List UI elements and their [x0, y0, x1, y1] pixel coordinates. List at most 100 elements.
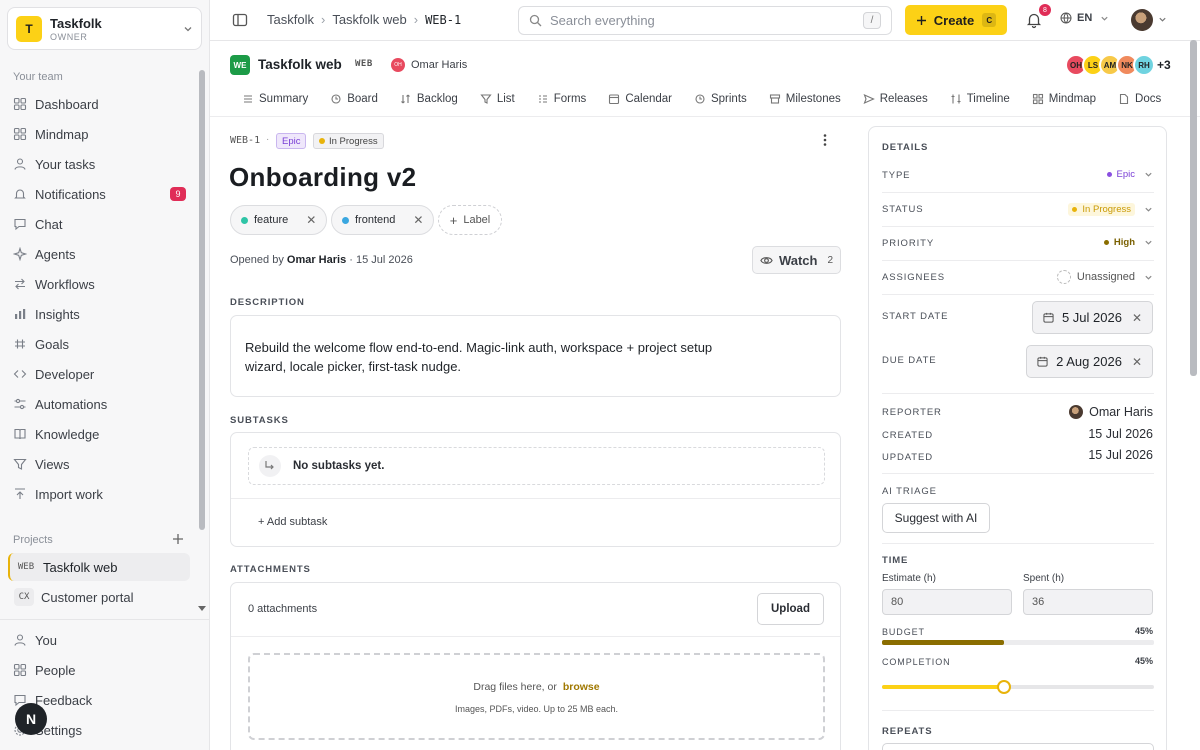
project-logo: WE [230, 55, 250, 75]
create-label: Create [933, 12, 975, 28]
issue-title[interactable]: Onboarding v2 [229, 162, 416, 193]
more-members-count[interactable]: +3 [1157, 54, 1171, 76]
tab-calendar[interactable]: Calendar [608, 93, 672, 105]
start-date-picker[interactable]: 5 Jul 2026 ✕ [1031, 301, 1153, 334]
member-avatar[interactable]: RH [1133, 54, 1155, 76]
sidebar-item-label: Workflows [35, 276, 95, 292]
tab-timeline[interactable]: Timeline [950, 93, 1010, 105]
scroll-down-icon[interactable] [198, 606, 206, 611]
project-item[interactable]: CX Customer portal [8, 583, 190, 611]
project-item[interactable]: WEB Taskfolk web [8, 553, 190, 581]
label-chip-frontend[interactable]: frontend ✕ [331, 205, 435, 235]
opened-by-name[interactable]: Omar Haris [287, 254, 346, 266]
chevron-down-icon [183, 24, 193, 34]
attachments-label: ATTACHMENTS [230, 564, 311, 575]
suggest-ai-button[interactable]: Suggest with AI [882, 503, 990, 533]
tab-mindmap[interactable]: Mindmap [1032, 93, 1096, 105]
chevron-down-icon[interactable] [1158, 15, 1167, 24]
sidebar-item-views[interactable]: Views [8, 449, 190, 479]
sidebar-item-insights[interactable]: Insights [8, 299, 190, 329]
sidebar-item-workflows[interactable]: Workflows [8, 269, 190, 299]
tab-releases[interactable]: Releases [863, 93, 928, 105]
clear-date-icon[interactable]: ✕ [1132, 311, 1142, 325]
main-scrollbar[interactable] [1190, 40, 1197, 376]
status-label: STATUS [882, 204, 924, 215]
project-title[interactable]: Taskfolk web [258, 57, 342, 72]
watch-label: Watch [778, 252, 818, 268]
breadcrumb-project[interactable]: Taskfolk web [332, 12, 406, 27]
remove-label-icon[interactable]: ✕ [413, 213, 423, 227]
status-selector[interactable]: In Progress [1068, 203, 1153, 216]
completion-slider-thumb[interactable] [997, 680, 1012, 694]
sidebar-item-dashboard[interactable]: Dashboard [8, 89, 190, 119]
owner-name: Omar Haris [411, 59, 468, 71]
completion-slider[interactable] [882, 685, 1154, 689]
browse-link[interactable]: browse [563, 681, 600, 693]
owner-avatar: OH [391, 58, 405, 72]
sidebar-item-automations[interactable]: Automations [8, 389, 190, 419]
due-date-picker[interactable]: 2 Aug 2026 ✕ [1026, 345, 1153, 378]
add-subtask-button[interactable]: + Add subtask [258, 516, 327, 528]
tab-list[interactable]: List [480, 93, 515, 105]
tab-label: Mindmap [1048, 93, 1097, 105]
estimate-input[interactable]: 80 [882, 589, 1012, 615]
budget-bar [882, 640, 1154, 645]
user-avatar[interactable] [1131, 9, 1153, 31]
type-selector[interactable]: Epic [1106, 169, 1153, 180]
sidebar-item-mindmap[interactable]: Mindmap [8, 119, 190, 149]
sidebar-item-your-tasks[interactable]: Your tasks [8, 149, 190, 179]
upload-button[interactable]: Upload [757, 593, 824, 625]
sidebar-item-label: Feedback [35, 692, 93, 708]
sidebar-item-chat[interactable]: Chat [8, 209, 190, 239]
status-dot [319, 138, 325, 144]
add-label-button[interactable]: + Label [438, 205, 502, 235]
language-selector[interactable]: EN [1060, 12, 1114, 24]
estimate-label: Estimate (h) [882, 573, 936, 584]
tab-docs[interactable]: Docs [1118, 93, 1161, 105]
repeats-selector[interactable] [882, 743, 1154, 750]
tab-milestones[interactable]: Milestones [769, 93, 841, 105]
row-divider [882, 226, 1154, 227]
more-options-icon[interactable] [822, 133, 828, 147]
assistant-button[interactable]: N [15, 703, 47, 735]
add-project-icon[interactable] [172, 533, 184, 545]
tab-forms[interactable]: Forms [537, 93, 586, 105]
reporter-value[interactable]: Omar Haris [1069, 405, 1153, 419]
sidebar-item-people[interactable]: People [8, 655, 190, 685]
opened-prefix: Opened by [230, 254, 284, 266]
sidebar-item-you[interactable]: You [8, 625, 190, 655]
sidebar-toggle-icon[interactable] [232, 12, 248, 28]
sidebar-scrollbar[interactable] [199, 70, 205, 530]
row-divider [882, 260, 1154, 261]
member-avatars[interactable]: OH LS AM NK RH +3 [1065, 54, 1171, 76]
search-input[interactable]: Search everything / [518, 6, 892, 35]
tab-board[interactable]: Board [330, 93, 378, 105]
sidebar-item-import-work[interactable]: Import work [8, 479, 190, 509]
breadcrumb-workspace[interactable]: Taskfolk [267, 12, 314, 27]
tab-summary[interactable]: Summary [242, 93, 308, 105]
sidebar-item-notifications[interactable]: Notifications 9 [8, 179, 190, 209]
clear-date-icon[interactable]: ✕ [1132, 355, 1142, 369]
subtasks-label: SUBTASKS [230, 415, 289, 426]
priority-value: High [1113, 237, 1135, 248]
remove-label-icon[interactable]: ✕ [306, 213, 316, 227]
assignees-selector[interactable]: Unassigned [1056, 270, 1153, 284]
create-button[interactable]: Create C [905, 5, 1007, 35]
type-dot [1106, 172, 1112, 177]
timeline-icon [950, 93, 967, 105]
description-box[interactable]: Rebuild the welcome flow end-to-end. Mag… [230, 315, 841, 397]
label-chip-feature[interactable]: feature ✕ [230, 205, 328, 235]
spent-input[interactable]: 36 [1023, 589, 1153, 615]
book-icon [13, 427, 27, 441]
workspace-switcher[interactable]: T Taskfolk OWNER [7, 7, 202, 50]
workspace-logo: T [16, 15, 42, 42]
priority-selector[interactable]: High [1103, 237, 1153, 248]
file-dropzone[interactable]: Drag files here, or browse Images, PDFs, … [248, 653, 825, 740]
sidebar-item-agents[interactable]: Agents [8, 239, 190, 269]
tab-backlog[interactable]: Backlog [400, 93, 458, 105]
sidebar-item-developer[interactable]: Developer [8, 359, 190, 389]
sidebar-item-knowledge[interactable]: Knowledge [8, 419, 190, 449]
tab-sprints[interactable]: Sprints [694, 93, 747, 105]
sidebar-item-goals[interactable]: Goals [8, 329, 190, 359]
watch-button[interactable]: Watch 2 [752, 246, 841, 274]
